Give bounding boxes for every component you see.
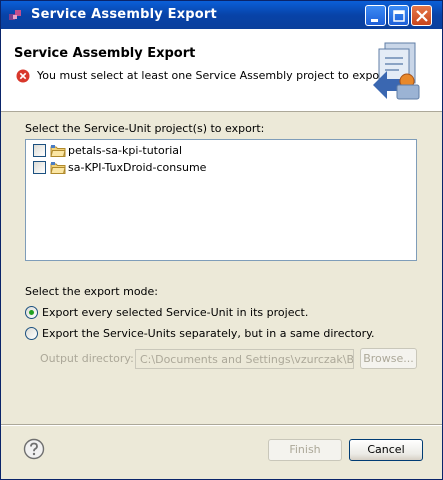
close-icon — [416, 10, 428, 22]
output-directory-field[interactable]: C:\Documents and Settings\vzurczak\Bure — [135, 349, 354, 369]
project-checkbox[interactable] — [33, 144, 46, 157]
export-wizard-icon — [373, 42, 420, 100]
browse-button[interactable]: Browse... — [360, 348, 417, 369]
project-folder-icon — [50, 145, 66, 157]
banner-title: Service Assembly Export — [14, 46, 196, 61]
finish-button[interactable]: Finish — [268, 439, 342, 461]
export-dialog: Service Assembly Export Service Assembly… — [0, 0, 443, 480]
project-checkbox[interactable] — [33, 161, 46, 174]
project-label: sa-KPI-TuxDroid-consume — [68, 161, 207, 174]
help-icon[interactable] — [23, 438, 45, 460]
maximize-icon — [393, 10, 405, 22]
export-in-project-label[interactable]: Export every selected Service-Unit in it… — [42, 306, 308, 319]
project-folder-icon — [50, 162, 66, 174]
title-bar[interactable]: Service Assembly Export — [1, 1, 442, 29]
export-in-project-radio[interactable] — [25, 306, 38, 319]
project-label: petals-sa-kpi-tutorial — [68, 144, 183, 157]
minimize-icon — [371, 19, 378, 22]
maximize-button[interactable] — [388, 5, 409, 26]
app-icon — [9, 10, 21, 20]
export-separately-label[interactable]: Export the Service-Units separately, but… — [42, 327, 375, 340]
radio-selected-dot — [29, 310, 34, 315]
export-separately-radio[interactable] — [25, 327, 38, 340]
cancel-button[interactable]: Cancel — [349, 439, 423, 461]
output-directory-label: Output directory: — [40, 352, 134, 365]
wizard-banner: Service Assembly Export You must select … — [1, 29, 442, 112]
projects-label: Select the Service-Unit project(s) to ex… — [25, 122, 265, 135]
export-mode-label: Select the export mode: — [25, 285, 159, 298]
minimize-button[interactable] — [365, 5, 386, 26]
error-icon — [16, 69, 30, 83]
error-message: You must select at least one Service Ass… — [37, 69, 392, 82]
project-list[interactable]: petals-sa-kpi-tutorial sa-KPI-TuxDroid-c… — [25, 139, 417, 261]
window-title: Service Assembly Export — [31, 7, 217, 22]
close-button[interactable] — [411, 5, 432, 26]
footer-separator — [1, 424, 442, 426]
